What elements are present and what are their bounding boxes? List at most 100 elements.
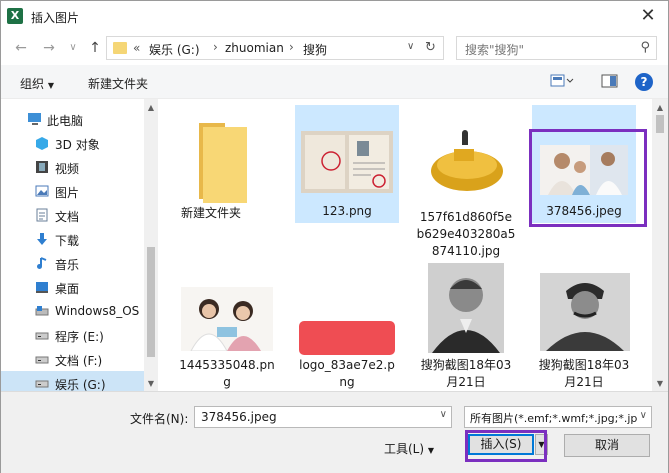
red-logo-image [299, 321, 395, 355]
scroll-down-arrow-icon[interactable]: ▼ [144, 379, 158, 388]
filename-value: 378456.jpeg [201, 410, 277, 424]
file-name-text: logo_83ae7e2.p ng [299, 358, 395, 389]
breadcrumb-separator[interactable]: › [213, 40, 218, 54]
caret-down-icon: ▼ [427, 446, 435, 455]
sidebar-item-label: 程序 (E:) [55, 330, 104, 344]
sidebar-item-desktop[interactable]: 桌面 [1, 275, 144, 299]
organize-button[interactable]: 组织 ▼ [20, 75, 54, 92]
sidebar-item-drive-f[interactable]: 文档 (F:) [1, 347, 144, 371]
insert-button[interactable]: 插入(S) [468, 434, 534, 455]
window-title: 插入图片 [31, 11, 80, 25]
file-name: 1445335048.pn g [175, 357, 279, 391]
sidebar-item-label: 下载 [55, 234, 80, 248]
desktop-icon [36, 282, 48, 293]
search-placeholder: 搜索"搜狗" [465, 43, 525, 57]
sidebar-item-label: 此电脑 [47, 114, 84, 128]
file-name: 搜狗截图18年03 月21日 [532, 357, 636, 391]
folder-icon [199, 123, 247, 203]
family-photo-image [540, 145, 628, 195]
file-item-378456-jpeg[interactable]: 378456.jpeg [532, 105, 636, 223]
sidebar-item-3d-objects[interactable]: 3D 对象 [1, 131, 144, 155]
file-name: 378456.jpeg [546, 204, 622, 218]
computer-icon [28, 113, 41, 125]
filename-input[interactable]: 378456.jpeg ∨ [194, 406, 452, 428]
file-name-text: 157f61d860f5e b629e403280a5 874110.jpg [416, 210, 516, 258]
chevron-down-icon[interactable]: ∨ [440, 409, 447, 420]
new-folder-button[interactable]: 新建文件夹 [88, 75, 148, 92]
certificate-image [301, 131, 393, 193]
sidebar-scrollbar[interactable]: ▲ ▼ [144, 99, 158, 391]
3d-objects-icon [36, 137, 48, 150]
breadcrumb-drive[interactable]: 娱乐 (G:) [149, 41, 200, 58]
navigation-bar: ← → ∨ ↑ « 娱乐 (G:) › zhuomian › 搜狗 ∨ ↻ 搜索… [1, 31, 668, 65]
file-item-new-folder[interactable]: 新建文件夹 [159, 105, 263, 245]
file-item-123-png[interactable]: 123.png [295, 105, 399, 223]
pictures-icon [35, 185, 49, 197]
file-list: 新建文件夹 123.png 157f61d860f5e b629e403280a… [159, 99, 652, 391]
portrait-photo-image [540, 273, 630, 351]
chevron-down-icon[interactable]: ∨ [639, 410, 647, 421]
cancel-button[interactable]: 取消 [564, 434, 650, 457]
forward-button[interactable]: → [41, 40, 57, 56]
file-name-text: 搜狗截图18年03 月21日 [538, 358, 630, 389]
close-button[interactable]: ✕ [634, 3, 662, 29]
breadcrumb-sougou[interactable]: 搜狗 [303, 41, 327, 58]
download-icon [37, 233, 47, 245]
title-bar: X 插入图片 ✕ [1, 1, 668, 31]
sidebar-item-drive-g[interactable]: 娱乐 (G:) [1, 371, 144, 391]
file-item-sougou-screenshot-2[interactable]: 搜狗截图18年03 月21日 [532, 259, 636, 389]
search-box[interactable]: 搜索"搜狗" ⚲ [456, 36, 657, 60]
file-item-1445335048-png[interactable]: 1445335048.pn g [175, 259, 279, 389]
insert-picture-dialog: X 插入图片 ✕ ← → ∨ ↑ « 娱乐 (G:) › zhuomian › … [0, 0, 669, 473]
sidebar-item-label: 图片 [55, 186, 80, 200]
excel-icon: X [7, 8, 23, 24]
file-item-157f61[interactable]: 157f61d860f5e b629e403280a5 874110.jpg [414, 105, 518, 258]
sidebar-item-drive-e[interactable]: 程序 (E:) [1, 323, 144, 347]
up-button[interactable]: ↑ [87, 40, 103, 56]
content-scrollbar[interactable]: ▲ ▼ [652, 99, 668, 391]
recent-locations-button[interactable]: ∨ [65, 40, 81, 56]
sidebar-item-this-pc[interactable]: 此电脑 [1, 107, 144, 131]
sidebar-item-label: 娱乐 (G:) [55, 378, 106, 391]
insert-options-arrow-icon[interactable]: ▼ [535, 434, 548, 455]
view-options-icon[interactable] [550, 73, 574, 92]
documents-icon [36, 208, 48, 222]
sidebar-item-windows8-os[interactable]: Windows8_OS [1, 299, 144, 323]
doctor-photo-image [181, 287, 273, 351]
content-scroll-thumb[interactable] [656, 115, 664, 133]
file-item-logo-83ae7e2[interactable]: logo_83ae7e2.p ng [295, 259, 399, 389]
sidebar-scroll-thumb[interactable] [147, 247, 155, 357]
tools-label: 工具(L) [384, 442, 425, 456]
sidebar-item-documents[interactable]: 文档 [1, 203, 144, 227]
search-icon[interactable]: ⚲ [640, 40, 650, 55]
filter-value: 所有图片(*.emf;*.wmf;*.jpg;*.jp [470, 412, 638, 425]
organize-label: 组织 [20, 77, 45, 91]
drive-icon [35, 332, 49, 340]
file-name: 新建文件夹 [180, 206, 241, 220]
sidebar-item-videos[interactable]: 视频 [1, 155, 144, 179]
folder-icon [113, 42, 127, 54]
refresh-icon[interactable]: ↻ [425, 40, 436, 55]
scroll-up-arrow-icon[interactable]: ▲ [653, 103, 667, 112]
sidebar-item-label: 桌面 [55, 282, 80, 296]
scroll-up-arrow-icon[interactable]: ▲ [144, 103, 158, 112]
breadcrumb-overflow[interactable]: « [133, 41, 140, 55]
dialog-footer: 文件名(N): 378456.jpeg ∨ 所有图片(*.emf;*.wmf;*… [1, 391, 668, 473]
video-icon [36, 161, 48, 173]
sidebar-item-downloads[interactable]: 下载 [1, 227, 144, 251]
scroll-down-arrow-icon[interactable]: ▼ [653, 379, 667, 388]
sidebar-item-label: Windows8_OS [55, 304, 140, 318]
back-button[interactable]: ← [13, 40, 29, 56]
help-button[interactable]: ? [635, 73, 653, 91]
address-bar[interactable]: « 娱乐 (G:) › zhuomian › 搜狗 ∨ ↻ [106, 36, 444, 60]
file-item-sougou-screenshot-1[interactable]: 搜狗截图18年03 月21日 [414, 259, 518, 389]
tools-button[interactable]: 工具(L) ▼ [384, 440, 434, 457]
sidebar-item-label: 文档 [55, 210, 80, 224]
preview-pane-icon[interactable] [601, 73, 619, 92]
breadcrumb-separator[interactable]: › [289, 40, 294, 54]
sidebar-item-pictures[interactable]: 图片 [1, 179, 144, 203]
file-type-filter[interactable]: 所有图片(*.emf;*.wmf;*.jpg;*.jp ∨ [464, 406, 652, 428]
chevron-down-icon[interactable]: ∨ [407, 41, 414, 52]
sidebar-item-music[interactable]: 音乐 [1, 251, 144, 275]
breadcrumb-zhuomian[interactable]: zhuomian [225, 41, 284, 55]
